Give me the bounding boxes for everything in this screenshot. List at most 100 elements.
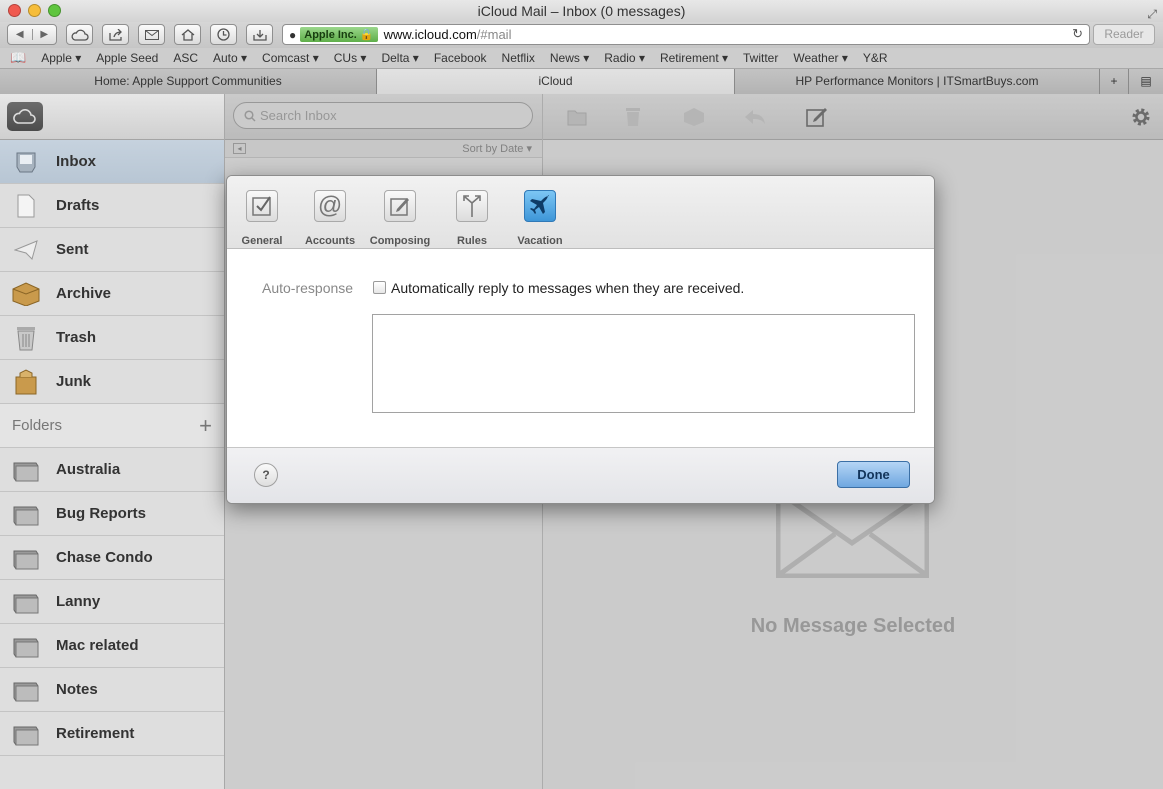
bookmark-item[interactable]: Facebook bbox=[434, 51, 487, 65]
share-button[interactable] bbox=[102, 24, 129, 45]
folder-item[interactable]: Australia bbox=[0, 448, 224, 492]
mailbox-junk[interactable]: Junk bbox=[0, 360, 224, 404]
lock-icon: 🔒 bbox=[359, 29, 374, 41]
done-button[interactable]: Done bbox=[837, 461, 910, 488]
tab-hp-monitors[interactable]: HP Performance Monitors | ITSmartBuys.co… bbox=[735, 69, 1100, 94]
bookmark-item[interactable]: Radio ▾ bbox=[604, 51, 645, 65]
tab-label: Vacation bbox=[517, 235, 563, 247]
inbox-icon bbox=[11, 148, 41, 176]
auto-response-label: Auto-response bbox=[262, 280, 354, 296]
mailbox-inbox[interactable]: Inbox bbox=[0, 140, 224, 184]
bookmark-add-icon bbox=[252, 29, 267, 41]
bookmark-item[interactable]: Delta ▾ bbox=[381, 51, 418, 65]
vacation-settings-panel: Auto-response Automatically reply to mes… bbox=[227, 249, 934, 449]
composing-icon bbox=[384, 190, 416, 222]
folder-label: Australia bbox=[56, 461, 121, 478]
folder-item[interactable]: Mac related bbox=[0, 624, 224, 668]
new-tab-button[interactable]: + bbox=[1100, 69, 1129, 94]
auto-reply-checkbox[interactable] bbox=[373, 281, 386, 294]
icloud-home-button[interactable] bbox=[7, 102, 43, 131]
auto-reply-checkbox-text[interactable]: Automatically reply to messages when the… bbox=[391, 280, 744, 296]
history-button[interactable] bbox=[210, 24, 237, 45]
clock-icon bbox=[217, 28, 230, 41]
bookmark-item[interactable]: Y&R bbox=[863, 51, 888, 65]
back-forward-buttons[interactable]: ◀ ▶ bbox=[7, 24, 57, 45]
bookmark-item[interactable]: News ▾ bbox=[550, 51, 589, 65]
show-all-tabs-button[interactable]: ▤ bbox=[1129, 69, 1163, 94]
help-button[interactable]: ? bbox=[254, 463, 278, 487]
zoom-window-button[interactable] bbox=[48, 4, 61, 17]
tab-label: Composing bbox=[369, 235, 431, 247]
folder-item[interactable]: Retirement bbox=[0, 712, 224, 756]
tab-icloud[interactable]: iCloud bbox=[377, 69, 735, 94]
tab-accounts[interactable]: @ Accounts bbox=[295, 190, 365, 247]
url-host: www.icloud.com bbox=[383, 27, 477, 42]
url-path: /#mail bbox=[476, 27, 512, 42]
preferences-tab-bar: General @ Accounts Composing Rules Vacat… bbox=[227, 176, 934, 249]
bookmark-item[interactable]: Weather ▾ bbox=[793, 51, 848, 65]
accounts-icon: @ bbox=[314, 190, 346, 222]
folder-label: Notes bbox=[56, 681, 98, 698]
bookmark-item[interactable]: Apple ▾ bbox=[41, 51, 81, 65]
tab-rules[interactable]: Rules bbox=[437, 190, 507, 247]
icloud-tabs-button[interactable] bbox=[66, 24, 93, 45]
ev-badge-label: Apple Inc. bbox=[304, 29, 357, 41]
reader-button[interactable]: Reader bbox=[1093, 24, 1155, 45]
reload-icon[interactable]: ↻ bbox=[1072, 26, 1083, 42]
vacation-icon bbox=[524, 190, 556, 222]
folder-label: Chase Condo bbox=[56, 549, 153, 566]
share-icon bbox=[108, 28, 122, 41]
window-controls bbox=[8, 4, 61, 17]
add-bookmark-button[interactable] bbox=[246, 24, 273, 45]
bookmark-item[interactable]: Retirement ▾ bbox=[660, 51, 728, 65]
tab-label: Rules bbox=[457, 235, 487, 247]
tab-apple-support[interactable]: Home: Apple Support Communities bbox=[0, 69, 377, 94]
close-window-button[interactable] bbox=[8, 4, 21, 17]
forward-icon[interactable]: ▶ bbox=[33, 29, 57, 40]
bookmark-item[interactable]: Netflix bbox=[502, 51, 535, 65]
folder-item[interactable]: Chase Condo bbox=[0, 536, 224, 580]
add-folder-button[interactable]: + bbox=[199, 414, 212, 437]
folder-item[interactable]: Lanny bbox=[0, 580, 224, 624]
reading-list-icon[interactable]: 📖 bbox=[10, 50, 26, 66]
browser-toolbar: ◀ ▶ ● Apple Inc. 🔒 www.icloud.com/#mail ↻… bbox=[0, 22, 1163, 48]
email-link-button[interactable] bbox=[138, 24, 165, 45]
window-titlebar: iCloud Mail – Inbox (0 messages) ⤢ bbox=[0, 0, 1163, 22]
auto-reply-message-textarea[interactable] bbox=[372, 314, 915, 413]
window-title: iCloud Mail – Inbox (0 messages) bbox=[477, 3, 686, 19]
bookmarks-bar: 📖 Apple ▾ Apple Seed ASC Auto ▾ Comcast … bbox=[0, 48, 1163, 69]
bookmark-item[interactable]: ASC bbox=[173, 51, 198, 65]
folder-label: Lanny bbox=[56, 593, 101, 610]
address-bar[interactable]: ● Apple Inc. 🔒 www.icloud.com/#mail ↻ bbox=[282, 24, 1090, 45]
preferences-dialog: General @ Accounts Composing Rules Vacat… bbox=[226, 175, 935, 504]
rules-icon bbox=[456, 190, 488, 222]
mailbox-drafts[interactable]: Drafts bbox=[0, 184, 224, 228]
tab-composing[interactable]: Composing bbox=[365, 190, 435, 247]
folder-icon bbox=[11, 632, 41, 660]
mailbox-trash[interactable]: Trash bbox=[0, 316, 224, 360]
mailbox-label: Sent bbox=[56, 241, 89, 258]
bookmark-item[interactable]: Twitter bbox=[743, 51, 778, 65]
cloud-icon bbox=[71, 29, 89, 41]
apple-icon: ● bbox=[289, 27, 297, 42]
tab-general[interactable]: General bbox=[227, 190, 297, 247]
folder-item[interactable]: Bug Reports bbox=[0, 492, 224, 536]
bookmark-item[interactable]: Apple Seed bbox=[96, 51, 158, 65]
bookmark-item[interactable]: Comcast ▾ bbox=[262, 51, 319, 65]
minimize-window-button[interactable] bbox=[28, 4, 41, 17]
mailbox-sidebar: Inbox Drafts Sent Archive Trash Junk Fol… bbox=[0, 94, 225, 789]
folder-item[interactable]: Notes bbox=[0, 668, 224, 712]
back-icon[interactable]: ◀ bbox=[8, 29, 33, 40]
tab-vacation[interactable]: Vacation bbox=[505, 190, 575, 247]
mailbox-archive[interactable]: Archive bbox=[0, 272, 224, 316]
folder-icon bbox=[11, 544, 41, 572]
folder-label: Bug Reports bbox=[56, 505, 146, 522]
bookmark-item[interactable]: CUs ▾ bbox=[334, 51, 367, 65]
home-button[interactable] bbox=[174, 24, 201, 45]
folder-icon bbox=[11, 720, 41, 748]
mailbox-sent[interactable]: Sent bbox=[0, 228, 224, 272]
ev-certificate-badge[interactable]: Apple Inc. 🔒 bbox=[300, 27, 378, 42]
bookmark-item[interactable]: Auto ▾ bbox=[213, 51, 247, 65]
home-icon bbox=[181, 28, 194, 41]
plus-icon: + bbox=[1110, 74, 1118, 88]
